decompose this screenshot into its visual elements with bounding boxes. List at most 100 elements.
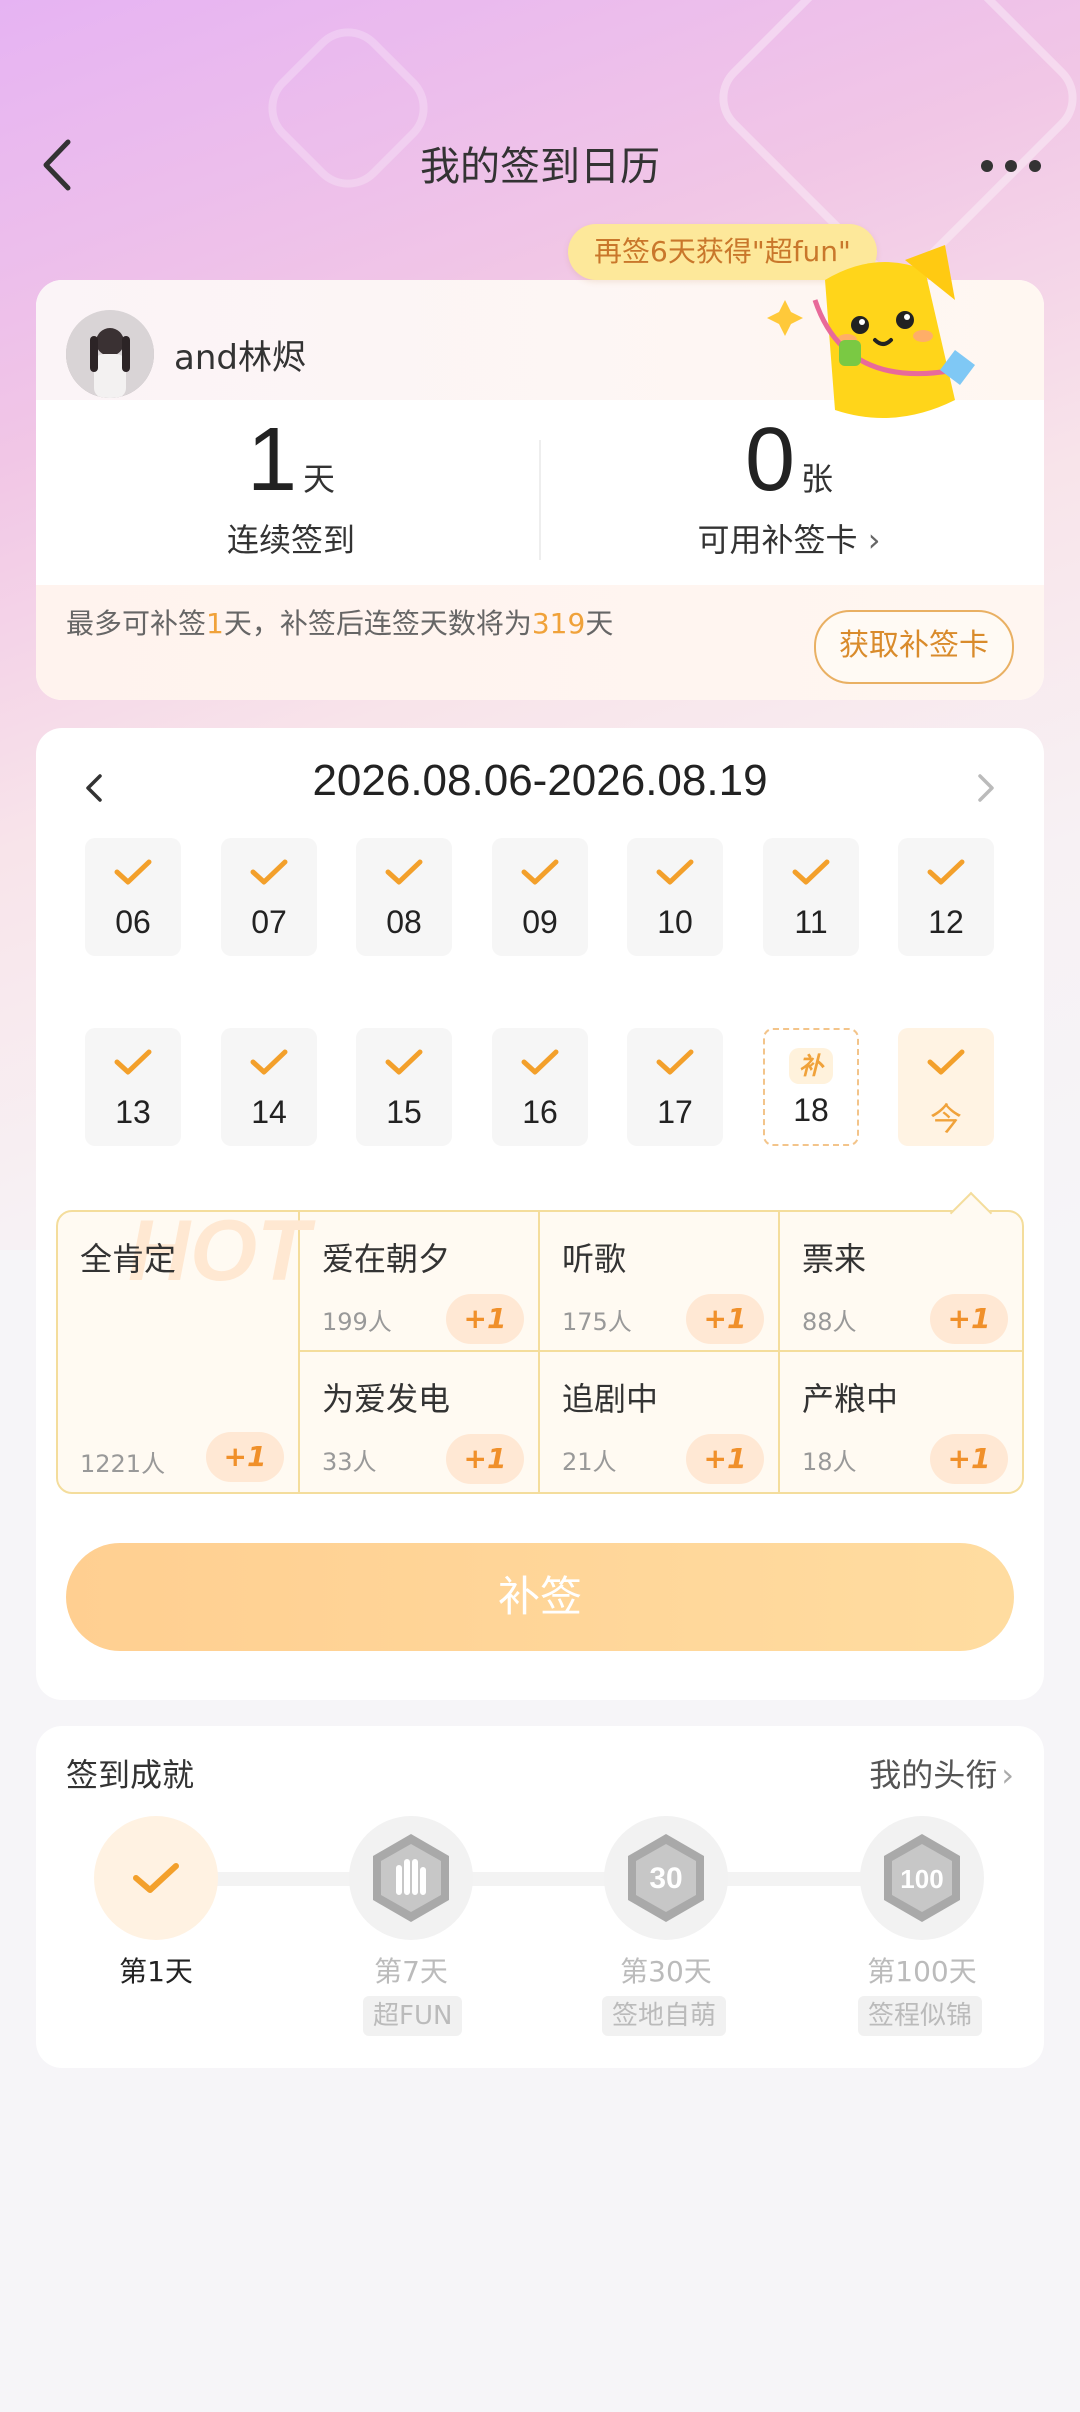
next-period-button[interactable]: [968, 770, 1004, 806]
plus-one-button[interactable]: +1: [930, 1294, 1008, 1344]
fun-hand-badge-icon: [373, 1834, 449, 1922]
tag-cell[interactable]: 为爱发电 33人 +1: [300, 1352, 540, 1492]
days-30-badge-icon: 30: [628, 1834, 704, 1922]
progress-track: [166, 1872, 926, 1886]
day-number: 15: [386, 1094, 422, 1130]
dot-icon: [981, 160, 993, 172]
calendar-day-makeup[interactable]: 补 18: [763, 1028, 859, 1146]
tag-name: 追剧中: [562, 1380, 659, 1418]
svg-text:30: 30: [649, 1862, 682, 1895]
plus-one-button[interactable]: +1: [446, 1434, 524, 1484]
day-number: 07: [251, 904, 287, 940]
day-number: 12: [928, 904, 964, 940]
username[interactable]: and林烬: [174, 330, 306, 379]
more-options-button[interactable]: [966, 136, 1056, 196]
avatar-image: [66, 310, 154, 398]
page-title: 我的签到日历: [420, 144, 660, 190]
calendar-day[interactable]: 10: [627, 838, 723, 956]
tag-cell[interactable]: 票来 88人 +1: [780, 1212, 1022, 1352]
day-number: 13: [115, 1094, 151, 1130]
medal-day100[interactable]: 100: [860, 1816, 984, 1940]
day-number: 17: [657, 1094, 693, 1130]
tag-count: 1221人: [80, 1450, 166, 1478]
calendar-card: 2026.08.06-2026.08.19 06 07 08 09 10 11 …: [36, 728, 1044, 1700]
signin-tags-panel: HOT 全肯定 1221人 +1 爱在朝夕 199人 +1 听歌 175人 +1…: [56, 1210, 1024, 1494]
tag-cell[interactable]: 产粮中 18人 +1: [780, 1352, 1022, 1492]
avatar[interactable]: [66, 310, 154, 398]
tag-cell[interactable]: 追剧中 21人 +1: [540, 1352, 780, 1492]
mascot-illustration: [755, 240, 1005, 440]
top-bar: 我的签到日历: [0, 110, 1080, 220]
days-100-badge-icon: 100: [884, 1834, 960, 1922]
makeup-info-text: 最多可补签1天，补签后连签天数将为319天: [66, 607, 614, 640]
achievement-day-label: 第7天: [374, 1955, 448, 1988]
checkmark-icon: [656, 1049, 694, 1075]
day-number: 10: [657, 904, 693, 940]
tag-count: 21人: [562, 1448, 617, 1476]
calendar-day[interactable]: 17: [627, 1028, 723, 1146]
day-number: 14: [251, 1094, 287, 1130]
checkmark-icon: [656, 859, 694, 885]
checkmark-icon: [521, 859, 559, 885]
checkmark-icon: [927, 859, 965, 885]
tag-count: 175人: [562, 1308, 632, 1336]
calendar-day[interactable]: 13: [85, 1028, 181, 1146]
calendar-day[interactable]: 12: [898, 838, 994, 956]
plus-one-button[interactable]: +1: [446, 1294, 524, 1344]
calendar-day[interactable]: 07: [221, 838, 317, 956]
medal-day7[interactable]: [349, 1816, 473, 1940]
day-number: 09: [522, 904, 558, 940]
calendar-day[interactable]: 15: [356, 1028, 452, 1146]
get-makeup-card-button[interactable]: 获取补签卡: [814, 610, 1014, 684]
divider: [539, 440, 541, 560]
calendar-day[interactable]: 06: [85, 838, 181, 956]
tag-name: 全肯定: [80, 1240, 177, 1278]
calendar-day-today[interactable]: 今: [898, 1028, 994, 1146]
checkmark-icon: [133, 1863, 179, 1893]
day-number: 06: [115, 904, 151, 940]
achievement-title-badge: 签地自萌: [602, 1996, 727, 2036]
day-number: 08: [386, 904, 422, 940]
day-number: 16: [522, 1094, 558, 1130]
plus-one-button[interactable]: +1: [686, 1294, 764, 1344]
calendar-day[interactable]: 14: [221, 1028, 317, 1146]
tag-cell[interactable]: 听歌 175人 +1: [540, 1212, 780, 1352]
calendar-day[interactable]: 11: [763, 838, 859, 956]
tag-hot-cell[interactable]: HOT 全肯定 1221人 +1: [58, 1212, 310, 1492]
tag-count: 18人: [802, 1448, 857, 1476]
achievement-day-label: 第1天: [119, 1955, 193, 1988]
makeup-signin-button[interactable]: 补签: [66, 1543, 1014, 1651]
achievement-title-badge: 超FUN: [363, 1996, 463, 2036]
chevron-right-icon: [978, 774, 994, 802]
achievement-day-label: 第30天: [620, 1955, 712, 1988]
dot-icon: [1029, 160, 1041, 172]
tag-count: 88人: [802, 1308, 857, 1336]
plus-one-button[interactable]: +1: [686, 1434, 764, 1484]
day-number: 11: [794, 904, 828, 940]
tag-name: 产粮中: [802, 1380, 899, 1418]
calendar-day[interactable]: 16: [492, 1028, 588, 1146]
chevron-right-icon: ›: [867, 521, 881, 559]
svg-text:100: 100: [900, 1864, 943, 1894]
cards-unit: 张: [801, 460, 834, 498]
calendar-day[interactable]: 08: [356, 838, 452, 956]
cards-label: 可用补签卡: [697, 521, 858, 559]
tag-count: 33人: [322, 1448, 377, 1476]
checkmark-icon: [521, 1049, 559, 1075]
streak-stat: 1天 连续签到: [56, 415, 526, 561]
medal-day1[interactable]: [94, 1816, 218, 1940]
medal-day30[interactable]: 30: [604, 1816, 728, 1940]
date-range: 2026.08.06-2026.08.19: [312, 756, 768, 805]
achievement-day-label: 第100天: [867, 1955, 977, 1988]
plus-one-button[interactable]: +1: [930, 1434, 1008, 1484]
tag-cell[interactable]: 爱在朝夕 199人 +1: [300, 1212, 540, 1352]
achievements-title: 签到成就: [66, 1756, 195, 1794]
calendar-day[interactable]: 09: [492, 838, 588, 956]
checkmark-icon: [250, 1049, 288, 1075]
today-label: 今: [929, 1101, 962, 1137]
my-titles-link[interactable]: 我的头衔 ›: [869, 1750, 1014, 1796]
dot-icon: [1005, 160, 1017, 172]
tag-name: 爱在朝夕: [322, 1240, 451, 1278]
plus-one-button[interactable]: +1: [206, 1432, 284, 1482]
streak-label: 连续签到: [226, 521, 355, 559]
